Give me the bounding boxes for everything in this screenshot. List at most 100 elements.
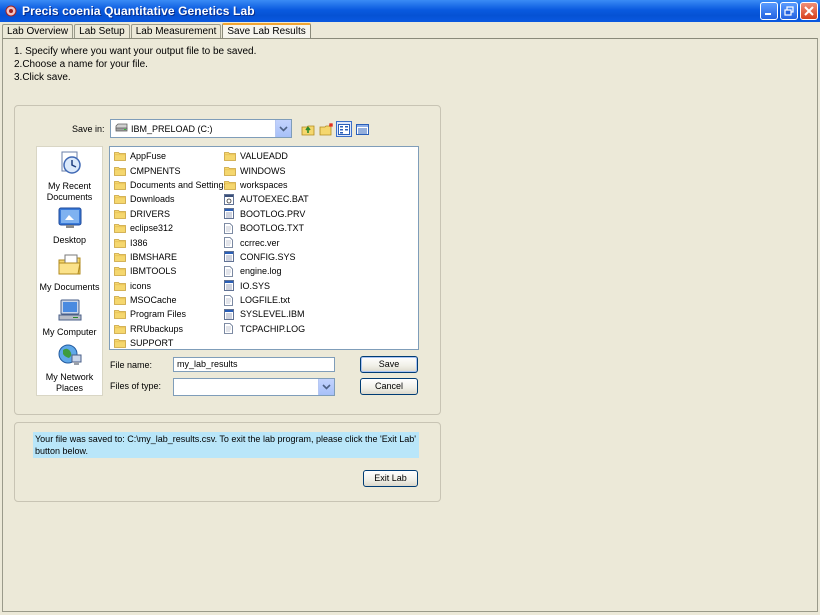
- folder-icon: [114, 165, 127, 176]
- file-list-item[interactable]: I386: [114, 235, 228, 249]
- system-file-icon: [224, 309, 237, 320]
- file-list-item[interactable]: RRUbackups: [114, 322, 228, 336]
- file-name: BOOTLOG.PRV: [240, 208, 306, 219]
- chevron-down-icon[interactable]: [318, 379, 334, 395]
- instruction-step-2: 2.Choose a name for your file.: [14, 59, 148, 70]
- file-name: CONFIG.SYS: [240, 251, 296, 262]
- tab-lab-overview[interactable]: Lab Overview: [2, 24, 74, 38]
- file-list-item[interactable]: BOOTLOG.PRV: [224, 207, 309, 221]
- file-name: workspaces: [240, 179, 288, 190]
- file-name-input[interactable]: my_lab_results: [173, 357, 335, 372]
- file-list-item[interactable]: MSOCache: [114, 293, 228, 307]
- folder-icon: [114, 251, 127, 262]
- file-list-item[interactable]: icons: [114, 279, 228, 293]
- file-list-item[interactable]: CONFIG.SYS: [224, 250, 309, 264]
- folder-icon: [114, 280, 127, 291]
- file-list-item[interactable]: BOOTLOG.TXT: [224, 221, 309, 235]
- details-view-icon[interactable]: [354, 121, 370, 137]
- text-file-icon: [224, 294, 237, 306]
- file-name: Documents and Settings: [130, 179, 229, 190]
- file-list-item[interactable]: AppFuse: [114, 149, 228, 163]
- folder-icon: [114, 237, 127, 248]
- minimize-button[interactable]: [760, 2, 778, 20]
- files-of-type-label: Files of type:: [110, 381, 162, 391]
- window-title: Precis coenia Quantitative Genetics Lab: [22, 4, 255, 18]
- file-list-item[interactable]: IO.SYS: [224, 279, 309, 293]
- file-list-item[interactable]: Documents and Settings: [114, 178, 228, 192]
- file-name: CMPNENTS: [130, 165, 181, 176]
- file-name: engine.log: [240, 266, 282, 277]
- files-of-type-value: [174, 379, 318, 395]
- title-bar[interactable]: Precis coenia Quantitative Genetics Lab: [0, 0, 820, 22]
- file-list-item[interactable]: Program Files: [114, 307, 228, 321]
- chevron-down-icon[interactable]: [275, 120, 291, 137]
- file-name: icons: [130, 280, 152, 291]
- file-list-item[interactable]: AUTOEXEC.BAT: [224, 192, 309, 206]
- new-folder-icon[interactable]: [318, 121, 334, 137]
- save-confirmation-message: Your file was saved to: C:\my_lab_result…: [33, 432, 419, 458]
- file-list-item[interactable]: IBMSHARE: [114, 250, 228, 264]
- file-name: WINDOWS: [240, 165, 286, 176]
- instruction-step-1: 1. Specify where you want your output fi…: [14, 46, 257, 57]
- file-list-item[interactable]: SUPPORT: [114, 336, 228, 350]
- file-list[interactable]: AppFuse CMPNENTS Documents and Settings Dow…: [109, 146, 419, 350]
- file-name: IBMTOOLS: [130, 266, 177, 277]
- save-in-label: Save in:: [72, 124, 105, 134]
- file-name: ccrrec.ver: [240, 237, 280, 248]
- folder-icon: [224, 179, 237, 190]
- file-name: DRIVERS: [130, 208, 171, 219]
- file-list-item[interactable]: workspaces: [224, 178, 309, 192]
- file-name: IBMSHARE: [130, 251, 178, 262]
- place-my-documents[interactable]: My Documents: [36, 253, 103, 293]
- network-places-icon: [36, 343, 103, 370]
- file-name: BOOTLOG.TXT: [240, 223, 305, 234]
- system-file-icon: [224, 251, 237, 263]
- file-list-item[interactable]: TCPACHIP.LOG: [224, 322, 309, 336]
- app-icon: [4, 4, 18, 18]
- maximize-button[interactable]: [780, 2, 798, 20]
- place-my-network-places[interactable]: My Network Places: [36, 343, 103, 394]
- instructions: 1. Specify where you want your output fi…: [14, 45, 256, 84]
- save-in-combo[interactable]: IBM_PRELOAD (C:): [110, 119, 292, 138]
- folder-icon: [114, 194, 127, 205]
- file-list-item[interactable]: VALUEADD: [224, 149, 309, 163]
- file-list-item[interactable]: WINDOWS: [224, 163, 309, 177]
- file-list-item[interactable]: ccrrec.ver: [224, 235, 309, 249]
- tab-lab-setup[interactable]: Lab Setup: [74, 24, 130, 38]
- file-list-item[interactable]: DRIVERS: [114, 207, 228, 221]
- place-label: Desktop: [52, 235, 87, 245]
- list-view-icon[interactable]: [336, 121, 352, 137]
- place-desktop[interactable]: Desktop: [36, 206, 103, 246]
- file-name: LOGFILE.txt: [240, 295, 291, 306]
- file-list-item[interactable]: IBMTOOLS: [114, 264, 228, 278]
- place-my-recent-documents[interactable]: My Recent Documents: [36, 150, 103, 203]
- file-list-column: VALUEADD WINDOWS workspaces AUTOEXEC.BAT BOO…: [224, 149, 309, 336]
- text-file-icon: [224, 237, 237, 248]
- place-my-computer[interactable]: My Computer: [36, 298, 103, 338]
- desktop-icon: [36, 206, 103, 233]
- exit-lab-button[interactable]: Exit Lab: [363, 470, 418, 487]
- file-list-item[interactable]: eclipse312: [114, 221, 228, 235]
- cancel-button[interactable]: Cancel: [360, 378, 418, 395]
- file-list-item[interactable]: Downloads: [114, 192, 228, 206]
- tab-save-lab-results[interactable]: Save Lab Results: [222, 23, 311, 39]
- folder-icon: [224, 151, 237, 162]
- up-folder-icon[interactable]: [300, 121, 316, 137]
- place-label: My Documents: [39, 282, 100, 292]
- file-list-item[interactable]: engine.log: [224, 264, 309, 278]
- file-list-item[interactable]: CMPNENTS: [114, 163, 228, 177]
- save-button[interactable]: Save: [360, 356, 418, 373]
- file-list-item[interactable]: SYSLEVEL.IBM: [224, 307, 309, 321]
- files-of-type-combo[interactable]: [173, 378, 335, 396]
- folder-icon: [114, 151, 127, 162]
- text-file-icon: [224, 222, 237, 234]
- file-name: AUTOEXEC.BAT: [240, 194, 309, 205]
- close-button[interactable]: [800, 2, 818, 20]
- place-label: My Network Places: [45, 372, 94, 393]
- tab-lab-measurement[interactable]: Lab Measurement: [130, 24, 222, 38]
- system-file-icon: [224, 280, 237, 292]
- place-label: My Computer: [42, 327, 97, 337]
- file-name: SUPPORT: [130, 338, 174, 349]
- place-label: My Recent Documents: [46, 181, 93, 202]
- file-list-item[interactable]: LOGFILE.txt: [224, 293, 309, 307]
